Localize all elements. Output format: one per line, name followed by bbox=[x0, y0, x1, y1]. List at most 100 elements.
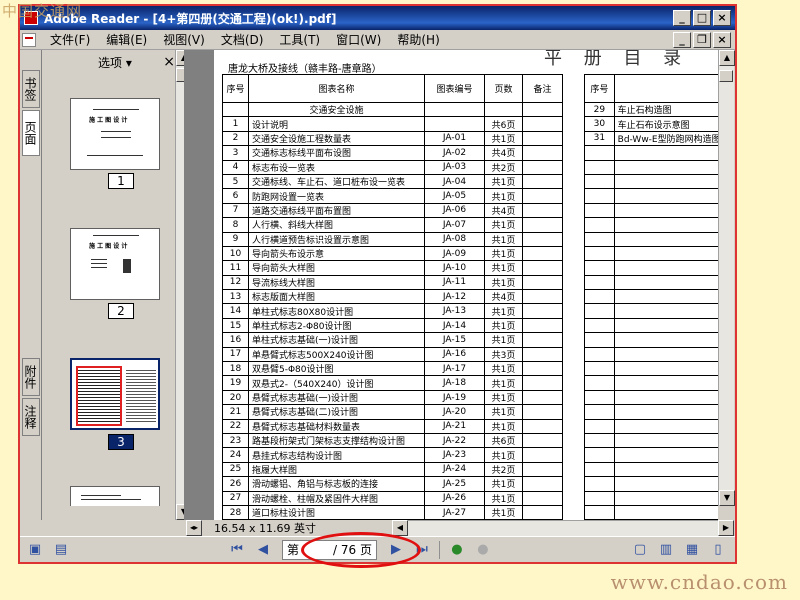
previous-page-button[interactable]: ◀ bbox=[254, 541, 272, 559]
table-cell bbox=[613, 231, 718, 247]
thumbnail-list: 施 工 图 设 计 1 施 工 图 设 计 2 3 bbox=[46, 76, 174, 506]
table-row: 25 拖履大样图 JA-24 共2页 bbox=[222, 461, 563, 478]
table-cell: 单柱式标志基础(一)设计图 bbox=[248, 332, 425, 348]
table-cell bbox=[522, 274, 563, 291]
col-header: 图表编号 bbox=[424, 74, 485, 103]
table-cell bbox=[584, 289, 615, 305]
table-cell bbox=[522, 346, 563, 363]
document-icon[interactable] bbox=[22, 32, 36, 47]
table-cell: 交通安全设施工程数量表 bbox=[248, 130, 425, 147]
table-row: 5 交通标线、车止石、道口桩布设一览表 JA-04 共1页 bbox=[222, 173, 563, 190]
page-thumbnail-4[interactable] bbox=[70, 486, 160, 506]
table-cell bbox=[584, 188, 615, 204]
single-page-view-icon[interactable]: ▢ bbox=[631, 541, 649, 559]
table-row bbox=[584, 346, 718, 363]
table-cell bbox=[613, 159, 718, 175]
table-row: 20 悬臂式标志基础(一)设计图 JA-19 共1页 bbox=[222, 389, 563, 406]
table-cell: JA-02 bbox=[424, 145, 485, 161]
title-bar: Adobe Reader - [4+第四册(交通工程)(ok!).pdf] _ … bbox=[20, 6, 735, 30]
table-cell bbox=[522, 461, 563, 478]
horizontal-scrollbar[interactable]: ◀ ▶ bbox=[392, 520, 734, 536]
doc-restore-button[interactable]: ❐ bbox=[693, 31, 711, 48]
table-row bbox=[584, 274, 718, 291]
table-row bbox=[584, 188, 718, 204]
minimize-button[interactable]: _ bbox=[673, 10, 691, 26]
table-cell bbox=[522, 375, 563, 391]
menu-window[interactable]: 窗口(W) bbox=[328, 31, 389, 48]
scroll-right-arrow-icon[interactable]: ▶ bbox=[718, 520, 734, 536]
tab-attachments[interactable]: 附件 bbox=[22, 358, 40, 396]
scroll-left-arrow-icon[interactable]: ◀ bbox=[392, 520, 408, 536]
table-row bbox=[584, 476, 718, 492]
table-cell: 车止石布设示意图 bbox=[613, 116, 718, 132]
tab-bookmarks[interactable]: 书签 bbox=[22, 70, 40, 108]
menu-tools[interactable]: 工具(T) bbox=[271, 31, 328, 48]
table-cell bbox=[613, 217, 718, 233]
document-scrollbar[interactable]: ▲ ▼ bbox=[718, 50, 735, 506]
doc-minimize-button[interactable]: _ bbox=[673, 31, 691, 48]
tab-comments[interactable]: 注释 bbox=[22, 398, 40, 436]
table-cell: 4 bbox=[222, 159, 249, 175]
table-cell bbox=[613, 346, 718, 363]
table-cell bbox=[613, 145, 718, 161]
continuous-facing-view-icon[interactable]: ▯ bbox=[709, 541, 727, 559]
table-cell: 共1页 bbox=[484, 260, 523, 276]
menu-view[interactable]: 视图(V) bbox=[155, 31, 213, 48]
table-row: 10 导向箭头布设示意 JA-09 共1页 bbox=[222, 245, 563, 262]
split-handle-icon[interactable]: ◂▸ bbox=[186, 520, 202, 536]
table-row: 18 双悬臂5-Φ80设计图 JA-17 共1页 bbox=[222, 361, 563, 377]
continuous-view-icon[interactable]: ▥ bbox=[657, 541, 675, 559]
table-cell bbox=[584, 245, 615, 262]
close-button[interactable]: × bbox=[713, 10, 731, 26]
close-panel-icon[interactable]: × bbox=[163, 54, 175, 70]
scroll-down-arrow-icon[interactable]: ▼ bbox=[719, 490, 735, 506]
menu-edit[interactable]: 编辑(E) bbox=[98, 31, 155, 48]
go-back-icon[interactable]: ● bbox=[448, 541, 466, 559]
table-row bbox=[584, 173, 718, 190]
table-row bbox=[584, 202, 718, 219]
table-cell: 拖履大样图 bbox=[248, 461, 425, 478]
go-forward-icon[interactable]: ● bbox=[474, 541, 492, 559]
table-cell bbox=[613, 173, 718, 190]
scrollbar-thumb[interactable] bbox=[719, 70, 733, 82]
maximize-button[interactable]: □ bbox=[693, 10, 711, 26]
table-row: 28 道口标柱设计图 JA-27 共1页 bbox=[222, 504, 563, 520]
table-cell: JA-22 bbox=[424, 432, 485, 449]
table-cell: 3 bbox=[222, 145, 249, 161]
page-number-field[interactable]: 第 3 / 76 页 bbox=[282, 531, 421, 568]
page-thumbnail-3[interactable] bbox=[70, 358, 160, 430]
table-cell: 22 bbox=[222, 418, 249, 434]
table-row bbox=[584, 404, 718, 420]
document-view[interactable]: 平 册 目 录 唐龙大桥及接线（赣丰路-唐章路） 序号 图表名称 图表编号 页数… bbox=[184, 50, 718, 520]
window-title: Adobe Reader - [4+第四册(交通工程)(ok!).pdf] bbox=[44, 11, 337, 26]
table-cell: 共1页 bbox=[484, 404, 523, 420]
table-row: 14 单柱式标志80X80设计图 JA-13 共1页 bbox=[222, 303, 563, 319]
table-row bbox=[584, 317, 718, 334]
thumbnail-number: 2 bbox=[108, 303, 134, 319]
scroll-up-arrow-icon[interactable]: ▲ bbox=[719, 50, 735, 66]
table-cell bbox=[613, 361, 718, 377]
table-cell bbox=[522, 504, 563, 520]
facing-view-icon[interactable]: ▦ bbox=[683, 541, 701, 559]
options-menu[interactable]: 选项 ▾ bbox=[98, 54, 132, 71]
print-icon[interactable]: ▤ bbox=[52, 541, 70, 559]
table-cell: 共1页 bbox=[484, 476, 523, 492]
table-cell: 24 bbox=[222, 447, 249, 463]
table-row bbox=[584, 289, 718, 305]
monitor-icon[interactable]: ▣ bbox=[26, 541, 44, 559]
menu-document[interactable]: 文档(D) bbox=[213, 31, 272, 48]
table-cell: JA-12 bbox=[424, 289, 485, 305]
col-header: 序号 bbox=[222, 74, 249, 103]
col-header: 序号 bbox=[584, 74, 615, 103]
table-cell: 25 bbox=[222, 461, 249, 478]
page-thumbnail-1[interactable]: 施 工 图 设 计 bbox=[70, 98, 160, 170]
table-cell: 交通标线、车止石、道口桩布设一览表 bbox=[248, 173, 425, 190]
menu-help[interactable]: 帮助(H) bbox=[389, 31, 447, 48]
menu-file[interactable]: 文件(F) bbox=[42, 31, 98, 48]
table-row: 2 交通安全设施工程数量表 JA-01 共1页 bbox=[222, 130, 563, 147]
table-cell bbox=[522, 332, 563, 348]
doc-close-button[interactable]: × bbox=[713, 31, 731, 48]
tab-pages[interactable]: 页面 bbox=[22, 110, 40, 156]
page-thumbnail-2[interactable]: 施 工 图 设 计 bbox=[70, 228, 160, 300]
first-page-button[interactable]: ⏮ bbox=[228, 541, 246, 559]
